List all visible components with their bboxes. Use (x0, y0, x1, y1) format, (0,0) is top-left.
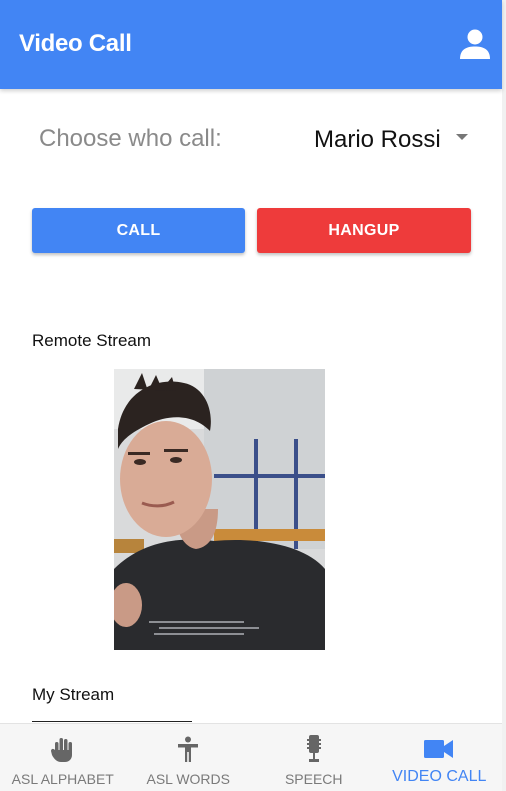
person-icon (178, 736, 199, 762)
nav-label: ASL ALPHABET (11, 771, 114, 787)
nav-label: ASL WORDS (146, 771, 231, 787)
my-stream-video (32, 721, 192, 722)
account-button[interactable] (457, 26, 493, 62)
hand-icon (50, 738, 72, 762)
account-icon (460, 29, 490, 59)
callee-select-value: Mario Rossi (314, 126, 441, 153)
remote-stream-label: Remote Stream (32, 331, 152, 350)
page-title: Video Call (19, 30, 132, 57)
nav-item-asl-words[interactable]: ASL WORDS (126, 724, 252, 791)
videocam-icon (424, 740, 454, 758)
chooser-label: Choose who call: (39, 125, 222, 152)
nav-label: VIDEO CALL (392, 768, 487, 785)
nav-item-speech[interactable]: SPEECH (251, 724, 377, 791)
nav-label: SPEECH (284, 771, 343, 787)
nav-item-asl-alphabet[interactable]: ASL ALPHABET (0, 724, 126, 791)
hangup-button[interactable]: HANGUP (257, 208, 471, 253)
remote-stream-video (114, 369, 325, 650)
nav-item-video-call[interactable]: VIDEO CALL (377, 724, 503, 791)
app-screen: Video Call Choose who call: Mario Rossi … (0, 0, 506, 791)
microphone-icon (306, 735, 321, 762)
remote-video-frame (114, 369, 325, 650)
callee-select[interactable]: Mario Rossi (314, 118, 474, 162)
app-bar: Video Call (0, 0, 502, 89)
call-button[interactable]: CALL (32, 208, 245, 253)
bottom-navigation: ASL ALPHABET ASL WORDS SPEECH VIDEO CALL (0, 723, 502, 791)
caret-down-icon (456, 134, 468, 140)
my-stream-label: My Stream (32, 685, 115, 704)
